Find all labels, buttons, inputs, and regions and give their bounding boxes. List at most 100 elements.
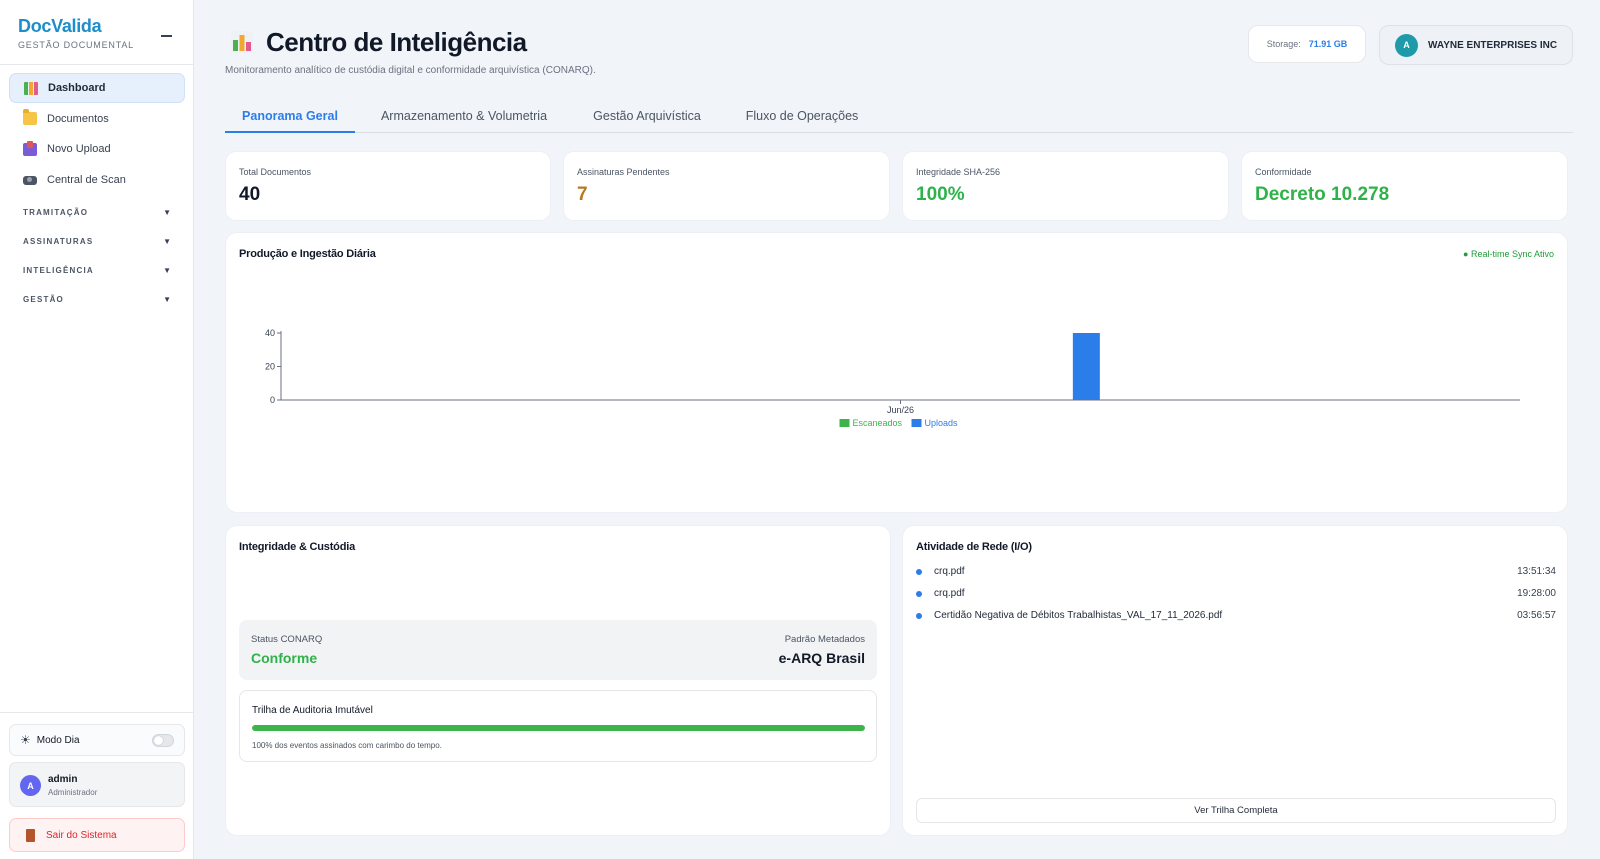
sidebar-item-label: Central de Scan xyxy=(47,173,126,186)
sidebar-item-label: Novo Upload xyxy=(47,143,111,155)
sidebar-section-inteligencia[interactable]: INTELIGÊNCIA ▼ xyxy=(23,263,171,277)
user-role: Administrador xyxy=(48,788,98,797)
sidebar-item-documentos[interactable]: Documentos xyxy=(9,104,185,134)
sidebar-section-gestao[interactable]: GESTÃO ▼ xyxy=(23,292,171,306)
collapse-sidebar-icon[interactable] xyxy=(161,28,173,42)
storage-label: Storage: xyxy=(1266,39,1301,49)
brand-subtitle: GESTÃO DOCUMENTAL xyxy=(18,40,134,50)
brand[interactable]: DocValida GESTÃO DOCUMENTAL xyxy=(18,16,134,50)
activity-time: 13:51:34 xyxy=(1517,566,1556,577)
page-title: Centro de Inteligência xyxy=(266,27,527,57)
caret-down-icon: ▼ xyxy=(163,236,171,246)
conarq-status-label: Status CONARQ xyxy=(251,634,323,645)
bar-uploads xyxy=(1072,333,1100,400)
sidebar-item-novo-upload[interactable]: Novo Upload xyxy=(9,134,185,164)
folder-icon xyxy=(23,109,37,125)
section-label: INTELIGÊNCIA xyxy=(23,265,94,275)
status-dot-icon xyxy=(916,569,922,575)
company-selector[interactable]: A WAYNE ENTERPRISES INC xyxy=(1379,25,1573,65)
metadata-standard-value: e-ARQ Brasil xyxy=(778,650,865,666)
audit-note: 100% dos eventos assinados com carimbo d… xyxy=(252,741,442,750)
caret-down-icon: ▼ xyxy=(163,294,171,304)
legend-swatch xyxy=(839,419,850,427)
activity-item[interactable]: Certidão Negativa de Débitos Trabalhista… xyxy=(916,608,1556,628)
y-tick-label: 0 xyxy=(270,395,275,405)
tab-fluxo-operacoes[interactable]: Fluxo de Operações xyxy=(739,100,865,132)
kpi-label: Integridade SHA-256 xyxy=(916,167,1001,177)
metadata-standard-label: Padrão Metadados xyxy=(784,634,865,645)
legend-swatch xyxy=(911,419,922,427)
sidebar-item-dashboard[interactable]: Dashboard xyxy=(9,73,185,103)
sidebar-item-label: Dashboard xyxy=(48,82,106,94)
sidebar-nav: Dashboard Documentos Novo Upload Central… xyxy=(9,73,185,195)
storage-value: 71.91 GB xyxy=(1308,39,1348,49)
caret-down-icon: ▼ xyxy=(163,207,171,217)
storage-indicator: Storage: 71.91 GB xyxy=(1248,25,1366,63)
logout-label: Sair do Sistema xyxy=(46,829,117,841)
sidebar-bottom-divider xyxy=(0,712,194,713)
activity-time: 03:56:57 xyxy=(1517,610,1556,621)
status-dot-icon xyxy=(916,613,922,619)
activity-file-name: crq.pdf xyxy=(934,566,965,577)
user-card[interactable]: A admin Administrador xyxy=(9,762,185,807)
sidebar-section-tramitacao[interactable]: TRAMITAÇÃO ▼ xyxy=(23,205,171,219)
tab-bar: Panorama Geral Armazenamento & Volumetri… xyxy=(225,100,1573,133)
sidebar-section-assinaturas[interactable]: ASSINATURAS ▼ xyxy=(23,234,171,248)
activity-item[interactable]: crq.pdf 19:28:00 xyxy=(916,586,1556,606)
conarq-status-box: Status CONARQ Conforme Padrão Metadados … xyxy=(239,620,877,680)
chart-icon xyxy=(24,81,38,95)
legend-label: Escaneados xyxy=(853,418,903,428)
audit-progress-bar xyxy=(252,725,865,731)
tab-armazenamento[interactable]: Armazenamento & Volumetria xyxy=(375,100,553,132)
sun-icon: ☀ xyxy=(20,733,31,747)
production-chart: 0 20 40 Jun/26 Escaneados Uploads xyxy=(265,328,1520,428)
section-label: ASSINATURAS xyxy=(23,236,94,246)
kpi-card-conformidade: Conformidade Decreto 10.278 xyxy=(1241,151,1568,221)
sidebar-divider xyxy=(0,64,194,65)
logout-button[interactable]: Sair do Sistema xyxy=(9,818,185,852)
production-chart-panel: Produção e Ingestão Diária ● Real-time S… xyxy=(225,232,1568,513)
integrity-title: Integridade & Custódia xyxy=(239,541,355,553)
page-subtitle: Monitoramento analítico de custódia digi… xyxy=(225,65,596,76)
user-name: admin xyxy=(48,774,78,785)
x-tick-label: Jun/26 xyxy=(887,405,914,415)
legend-label: Uploads xyxy=(925,418,959,428)
audit-title: Trilha de Auditoria Imutável xyxy=(252,705,373,716)
activity-file-name: crq.pdf xyxy=(934,588,965,599)
view-full-trail-button[interactable]: Ver Trilha Completa xyxy=(916,798,1556,823)
upload-icon xyxy=(23,140,37,156)
y-tick-label: 20 xyxy=(265,362,275,372)
kpi-card-total-documentos: Total Documentos 40 xyxy=(225,151,551,221)
tab-panorama-geral[interactable]: Panorama Geral xyxy=(225,100,355,133)
bar-chart-icon xyxy=(231,31,253,53)
activity-title: Atividade de Rede (I/O) xyxy=(916,541,1032,553)
integrity-panel: Integridade & Custódia Status CONARQ Con… xyxy=(225,525,891,836)
caret-down-icon: ▼ xyxy=(163,265,171,275)
theme-mode-row: ☀ Modo Dia xyxy=(9,724,185,756)
network-activity-panel: Atividade de Rede (I/O) crq.pdf 13:51:34… xyxy=(902,525,1568,836)
kpi-value: Decreto 10.278 xyxy=(1255,184,1390,205)
kpi-card-integridade: Integridade SHA-256 100% xyxy=(902,151,1229,221)
kpi-value: 100% xyxy=(916,184,965,205)
theme-toggle[interactable] xyxy=(152,734,174,747)
activity-time: 19:28:00 xyxy=(1517,588,1556,599)
kpi-value: 7 xyxy=(577,184,588,205)
main-content: Centro de Inteligência Monitoramento ana… xyxy=(194,0,1600,859)
brand-title: DocValida xyxy=(18,16,102,36)
door-icon xyxy=(26,828,35,842)
sidebar: DocValida GESTÃO DOCUMENTAL Dashboard Do… xyxy=(0,0,194,859)
mode-label: Modo Dia xyxy=(36,734,80,746)
activity-item[interactable]: crq.pdf 13:51:34 xyxy=(916,564,1556,584)
conarq-status-value: Conforme xyxy=(251,650,318,666)
sidebar-item-central-de-scan[interactable]: Central de Scan xyxy=(9,165,185,195)
company-name: WAYNE ENTERPRISES INC xyxy=(1428,39,1558,51)
section-label: TRAMITAÇÃO xyxy=(23,207,89,217)
status-dot-icon xyxy=(916,591,922,597)
company-avatar: A xyxy=(1395,33,1418,57)
activity-file-name: Certidão Negativa de Débitos Trabalhista… xyxy=(934,610,1223,621)
audit-progress-fill xyxy=(252,725,865,731)
kpi-label: Conformidade xyxy=(1255,167,1312,177)
audit-trail-box: Trilha de Auditoria Imutável 100% dos ev… xyxy=(239,690,877,762)
section-label: GESTÃO xyxy=(23,294,64,304)
tab-gestao-arquivistica[interactable]: Gestão Arquivística xyxy=(590,100,704,132)
